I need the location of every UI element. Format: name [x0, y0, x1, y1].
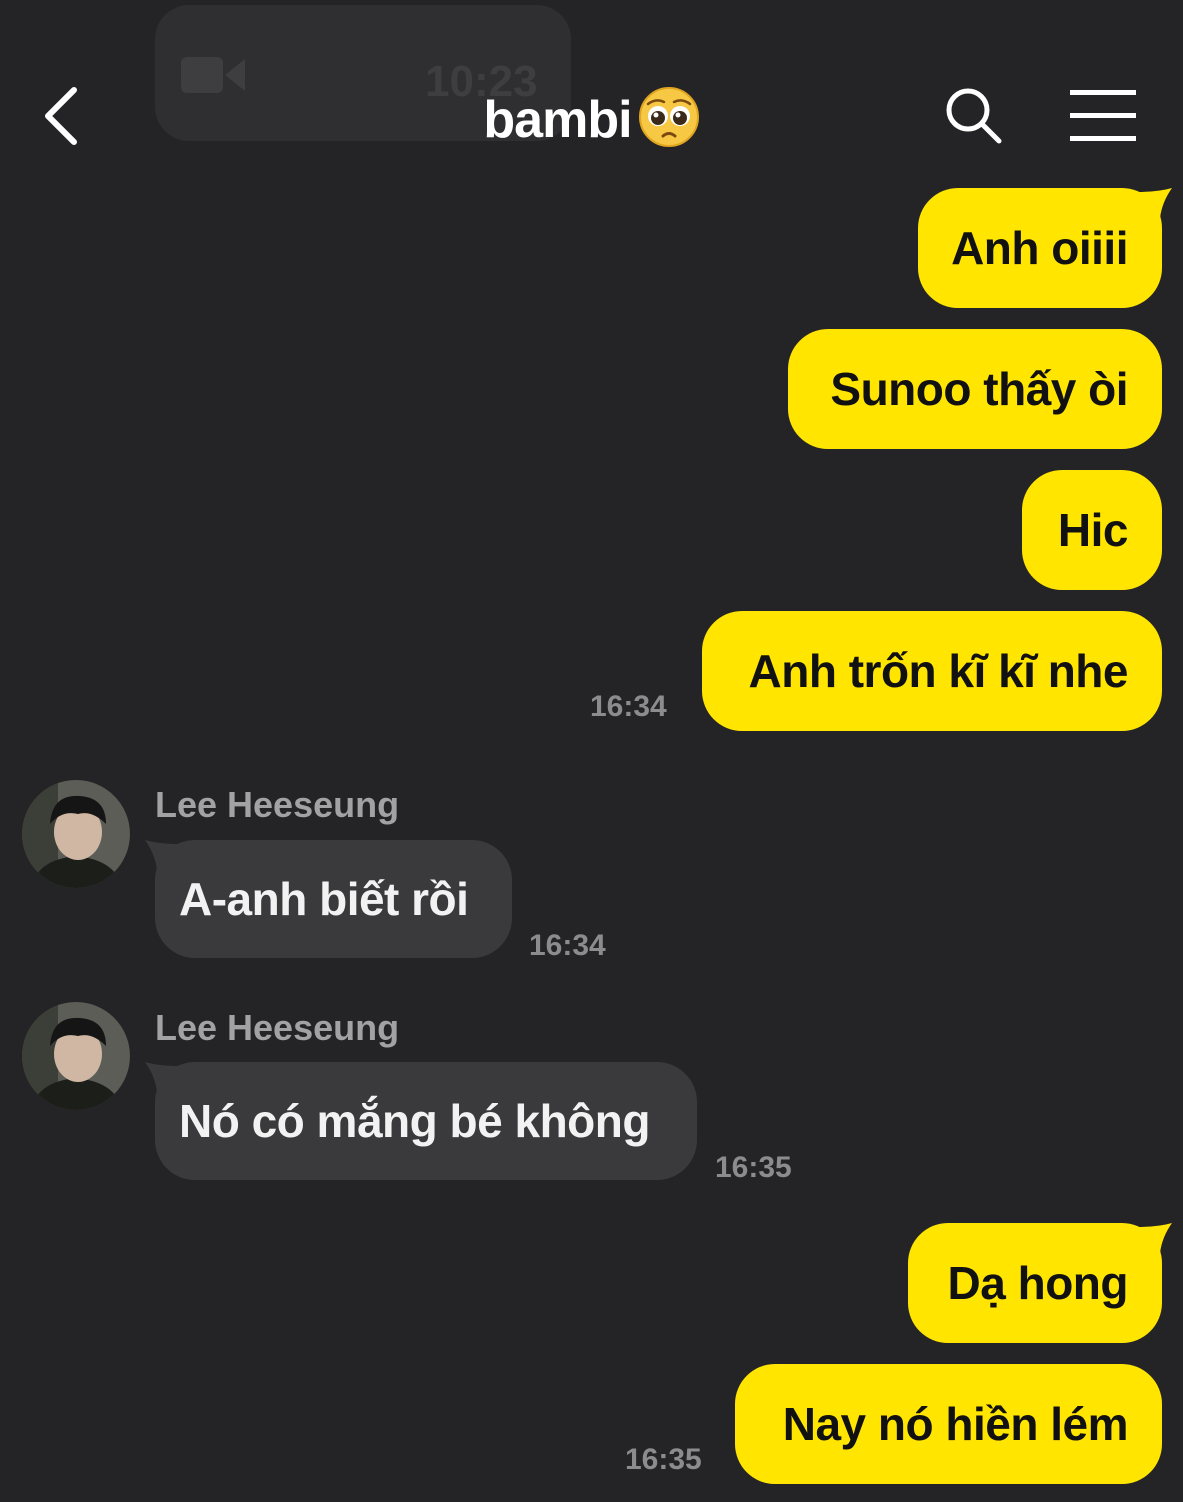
- message-text: Hic: [1057, 504, 1129, 556]
- message-text: A-anh biết rồi: [179, 873, 469, 925]
- message-timestamp: 16:34: [529, 929, 606, 962]
- title-area: bambi: [0, 86, 1183, 150]
- message-text: Nó có mắng bé không: [179, 1095, 650, 1147]
- hamburger-menu-icon[interactable]: [1070, 90, 1136, 147]
- avatar[interactable]: [22, 1002, 130, 1110]
- my-message-bubble[interactable]: Hic: [1022, 470, 1162, 590]
- chat-title: bambi: [483, 90, 632, 149]
- message-text: Sunoo thấy òi: [830, 363, 1128, 415]
- message-timestamp: 16:35: [715, 1151, 792, 1184]
- sender-name: Lee Heeseung: [155, 1007, 400, 1048]
- my-message-bubble[interactable]: Sunoo thấy òi: [788, 329, 1162, 449]
- message-timestamp: 16:34: [590, 690, 667, 723]
- sender-name: Lee Heeseung: [155, 784, 400, 825]
- their-message-bubble[interactable]: Nó có mắng bé không: [155, 1062, 697, 1180]
- message-text: Anh oiiii: [951, 222, 1128, 274]
- their-message-bubble[interactable]: A-anh biết rồi: [155, 840, 512, 958]
- my-message-bubble[interactable]: Nay nó hiền lém: [735, 1364, 1162, 1484]
- search-icon[interactable]: [944, 86, 1004, 151]
- my-message-bubble[interactable]: Anh trốn kĩ kĩ nhe: [702, 611, 1162, 731]
- message-text: Anh trốn kĩ kĩ nhe: [748, 645, 1129, 697]
- my-message-bubble[interactable]: Dạ hong: [908, 1223, 1162, 1343]
- message-text: Nay nó hiền lém: [782, 1398, 1129, 1450]
- my-message-bubble[interactable]: Anh oiiii: [918, 188, 1162, 308]
- chat-header: bambi: [0, 0, 1183, 175]
- pleading-face-emoji: [638, 86, 700, 153]
- message-timestamp: 16:35: [625, 1443, 702, 1476]
- message-text: Dạ hong: [947, 1257, 1129, 1309]
- avatar[interactable]: [22, 780, 130, 888]
